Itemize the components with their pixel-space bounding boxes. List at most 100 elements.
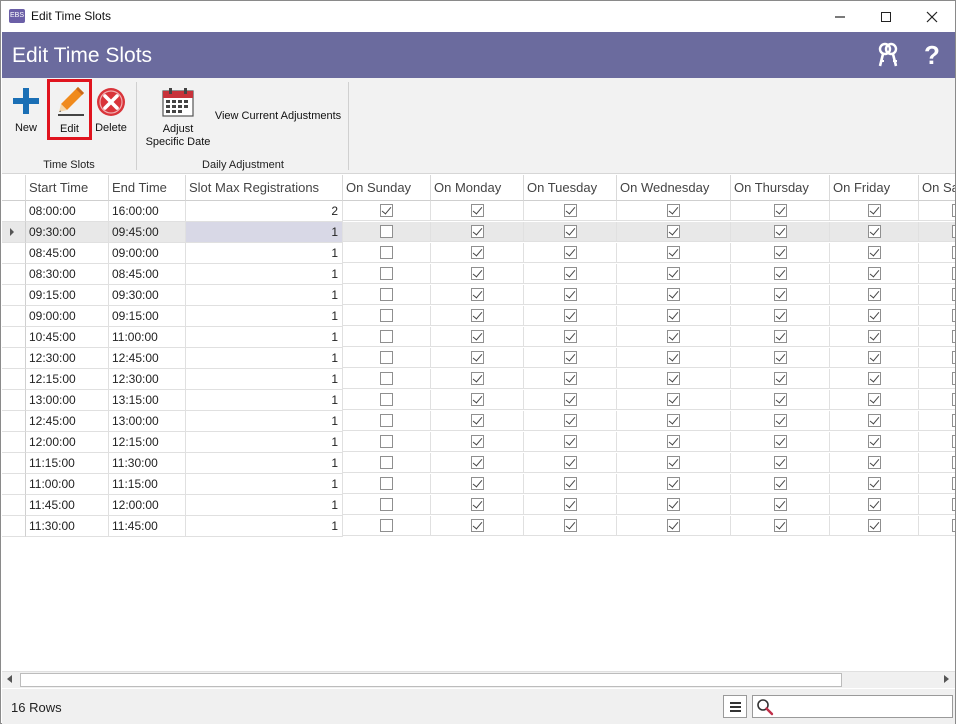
- checkbox-checked[interactable]: [773, 456, 787, 469]
- cell-day-checkbox[interactable]: [919, 327, 955, 347]
- cell-day-checkbox[interactable]: [617, 264, 731, 284]
- horizontal-scrollbar[interactable]: [2, 671, 955, 688]
- cell-start-time[interactable]: 09:30:00: [26, 222, 109, 243]
- cell-day-checkbox[interactable]: [919, 306, 955, 326]
- checkbox-checked[interactable]: [867, 456, 881, 469]
- cell-day-checkbox[interactable]: [731, 306, 830, 326]
- checkbox-unchecked[interactable]: [380, 435, 393, 448]
- cell-day-checkbox[interactable]: [919, 495, 955, 515]
- checkbox-checked[interactable]: [667, 309, 680, 322]
- cell-start-time[interactable]: 12:15:00: [26, 369, 109, 390]
- cell-max-registrations[interactable]: 1: [186, 474, 343, 495]
- checkbox-checked[interactable]: [563, 267, 577, 280]
- cell-day-checkbox[interactable]: [830, 474, 919, 494]
- cell-max-registrations[interactable]: 1: [186, 453, 343, 474]
- cell-start-time[interactable]: 08:30:00: [26, 264, 109, 285]
- column-header[interactable]: Slot Max Registrations: [186, 175, 343, 201]
- cell-day-checkbox[interactable]: [830, 453, 919, 473]
- cell-day-checkbox[interactable]: [431, 243, 524, 263]
- row-indicator[interactable]: [2, 222, 26, 243]
- checkbox-checked[interactable]: [667, 246, 680, 259]
- checkbox-checked[interactable]: [563, 435, 577, 448]
- cell-day-checkbox[interactable]: [731, 369, 830, 389]
- column-header[interactable]: End Time: [109, 175, 186, 201]
- cell-end-time[interactable]: 09:15:00: [109, 306, 186, 327]
- cell-day-checkbox[interactable]: [617, 453, 731, 473]
- checkbox-unchecked[interactable]: [380, 372, 393, 385]
- checkbox-checked[interactable]: [773, 498, 787, 511]
- cell-day-checkbox[interactable]: [431, 390, 524, 410]
- table-row[interactable]: 12:00:00 12:15:00 1: [2, 432, 955, 453]
- cell-day-checkbox[interactable]: [830, 222, 919, 242]
- column-header[interactable]: Start Time: [26, 175, 109, 201]
- checkbox-unchecked[interactable]: [380, 519, 393, 532]
- cell-day-checkbox[interactable]: [731, 516, 830, 536]
- cell-day-checkbox[interactable]: [343, 201, 431, 221]
- cell-day-checkbox[interactable]: [524, 306, 617, 326]
- view-current-adjustments-button[interactable]: View Current Adjustments: [212, 108, 344, 124]
- column-header[interactable]: On Friday: [830, 175, 919, 201]
- checkbox-checked[interactable]: [773, 330, 787, 343]
- cell-day-checkbox[interactable]: [343, 432, 431, 452]
- row-indicator[interactable]: [2, 348, 26, 369]
- row-indicator[interactable]: [2, 201, 26, 222]
- cell-day-checkbox[interactable]: [830, 411, 919, 431]
- cell-end-time[interactable]: 11:15:00: [109, 474, 186, 495]
- table-row[interactable]: 10:45:00 11:00:00 1: [2, 327, 955, 348]
- cell-start-time[interactable]: 11:45:00: [26, 495, 109, 516]
- cell-day-checkbox[interactable]: [617, 306, 731, 326]
- checkbox-checked[interactable]: [563, 204, 577, 217]
- row-indicator[interactable]: [2, 411, 26, 432]
- cell-day-checkbox[interactable]: [830, 243, 919, 263]
- checkbox-checked[interactable]: [773, 393, 787, 406]
- column-header[interactable]: On Wednesday: [617, 175, 731, 201]
- cell-max-registrations[interactable]: 1: [186, 516, 343, 537]
- help-button[interactable]: ?: [924, 42, 948, 68]
- checkbox-checked[interactable]: [470, 267, 484, 280]
- checkbox-checked[interactable]: [667, 204, 680, 217]
- table-row[interactable]: 12:15:00 12:30:00 1: [2, 369, 955, 390]
- table-row[interactable]: 08:30:00 08:45:00 1: [2, 264, 955, 285]
- row-indicator[interactable]: [2, 432, 26, 453]
- checkbox-checked[interactable]: [563, 288, 577, 301]
- delete-button[interactable]: Delete: [92, 84, 130, 140]
- cell-start-time[interactable]: 12:45:00: [26, 411, 109, 432]
- table-row[interactable]: 12:30:00 12:45:00 1: [2, 348, 955, 369]
- cell-day-checkbox[interactable]: [431, 306, 524, 326]
- checkbox-checked[interactable]: [470, 435, 484, 448]
- row-indicator[interactable]: [2, 390, 26, 411]
- checkbox-checked[interactable]: [867, 330, 881, 343]
- cell-day-checkbox[interactable]: [431, 516, 524, 536]
- checkbox-checked[interactable]: [667, 330, 680, 343]
- checkbox-checked[interactable]: [563, 372, 577, 385]
- cell-day-checkbox[interactable]: [524, 390, 617, 410]
- checkbox-checked[interactable]: [470, 225, 484, 238]
- checkbox-checked[interactable]: [773, 435, 787, 448]
- cell-day-checkbox[interactable]: [919, 453, 955, 473]
- cell-day-checkbox[interactable]: [343, 411, 431, 431]
- cell-day-checkbox[interactable]: [431, 453, 524, 473]
- row-indicator[interactable]: [2, 495, 26, 516]
- checkbox-unchecked[interactable]: [952, 330, 955, 343]
- checkbox-unchecked[interactable]: [952, 498, 955, 511]
- checkbox-unchecked[interactable]: [952, 372, 955, 385]
- table-row[interactable]: 12:45:00 13:00:00 1: [2, 411, 955, 432]
- cell-end-time[interactable]: 09:00:00: [109, 243, 186, 264]
- checkbox-checked[interactable]: [867, 204, 881, 217]
- checkbox-checked[interactable]: [470, 330, 484, 343]
- checkbox-checked[interactable]: [470, 351, 484, 364]
- checkbox-checked[interactable]: [470, 477, 484, 490]
- cell-day-checkbox[interactable]: [731, 327, 830, 347]
- cell-day-checkbox[interactable]: [617, 474, 731, 494]
- cell-day-checkbox[interactable]: [343, 327, 431, 347]
- cell-max-registrations[interactable]: 1: [186, 285, 343, 306]
- cell-day-checkbox[interactable]: [830, 348, 919, 368]
- cell-end-time[interactable]: 11:30:00: [109, 453, 186, 474]
- checkbox-checked[interactable]: [470, 393, 484, 406]
- checkbox-checked[interactable]: [773, 204, 787, 217]
- checkbox-checked[interactable]: [773, 246, 787, 259]
- cell-end-time[interactable]: 09:30:00: [109, 285, 186, 306]
- cell-day-checkbox[interactable]: [919, 285, 955, 305]
- cell-day-checkbox[interactable]: [919, 243, 955, 263]
- cell-day-checkbox[interactable]: [524, 348, 617, 368]
